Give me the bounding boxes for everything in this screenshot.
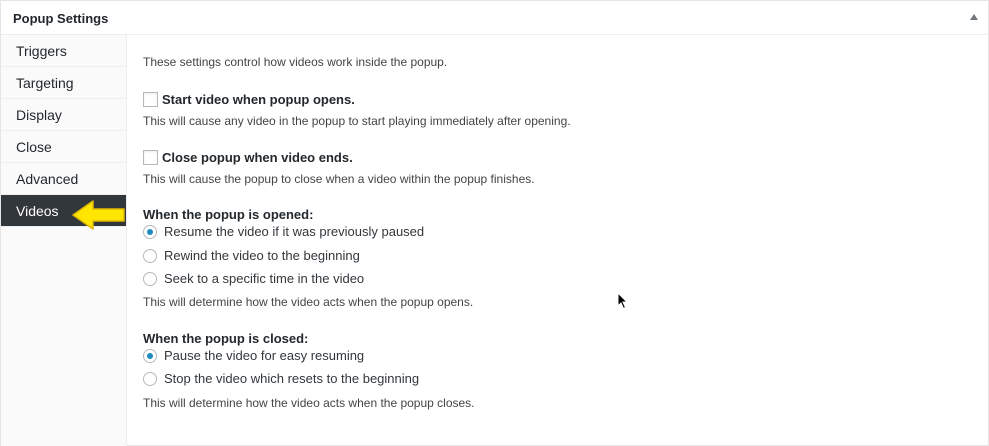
resume-label[interactable]: Resume the video if it was previously pa… <box>164 224 424 239</box>
on-close-title: When the popup is closed: <box>143 331 309 346</box>
close-popup-row: Close popup when video ends. <box>143 150 353 165</box>
rewind-label[interactable]: Rewind the video to the beginning <box>164 248 360 263</box>
panel-header[interactable]: Popup Settings <box>1 1 988 35</box>
tab-triggers[interactable]: Triggers <box>1 35 126 67</box>
seek-radio[interactable] <box>143 271 157 286</box>
on-close-option-stop[interactable]: Stop the video which resets to the begin… <box>143 371 419 386</box>
tab-close[interactable]: Close <box>1 131 126 163</box>
start-video-checkbox[interactable] <box>143 92 158 107</box>
collapse-arrow-icon[interactable] <box>970 14 978 20</box>
yellow-pointer-arrow-icon <box>72 200 125 230</box>
on-open-title: When the popup is opened: <box>143 207 314 222</box>
stop-radio[interactable] <box>143 371 157 386</box>
mouse-cursor-icon <box>617 292 629 310</box>
pause-radio[interactable] <box>143 348 157 363</box>
close-popup-label[interactable]: Close popup when video ends. <box>162 150 353 165</box>
resume-radio[interactable] <box>143 224 157 239</box>
popup-settings-panel: Popup Settings Triggers Targeting Displa… <box>0 0 989 446</box>
on-open-option-seek[interactable]: Seek to a specific time in the video <box>143 271 364 286</box>
on-close-description: This will determine how the video acts w… <box>143 396 475 410</box>
stop-label[interactable]: Stop the video which resets to the begin… <box>164 371 419 386</box>
settings-tabs: Triggers Targeting Display Close Advance… <box>1 35 127 446</box>
rewind-radio[interactable] <box>143 248 157 263</box>
start-video-description: This will cause any video in the popup t… <box>143 114 571 128</box>
start-video-row: Start video when popup opens. <box>143 92 355 107</box>
close-popup-description: This will cause the popup to close when … <box>143 172 535 186</box>
on-open-option-rewind[interactable]: Rewind the video to the beginning <box>143 248 360 263</box>
start-video-label[interactable]: Start video when popup opens. <box>162 92 355 107</box>
on-open-option-resume[interactable]: Resume the video if it was previously pa… <box>143 224 424 239</box>
on-close-option-pause[interactable]: Pause the video for easy resuming <box>143 348 364 363</box>
tab-display[interactable]: Display <box>1 99 126 131</box>
tab-targeting[interactable]: Targeting <box>1 67 126 99</box>
tab-advanced[interactable]: Advanced <box>1 163 126 195</box>
close-popup-checkbox[interactable] <box>143 150 158 165</box>
on-open-description: This will determine how the video acts w… <box>143 295 474 309</box>
intro-text: These settings control how videos work i… <box>143 55 448 69</box>
seek-label[interactable]: Seek to a specific time in the video <box>164 271 364 286</box>
panel-title: Popup Settings <box>13 11 109 26</box>
pause-label[interactable]: Pause the video for easy resuming <box>164 348 364 363</box>
